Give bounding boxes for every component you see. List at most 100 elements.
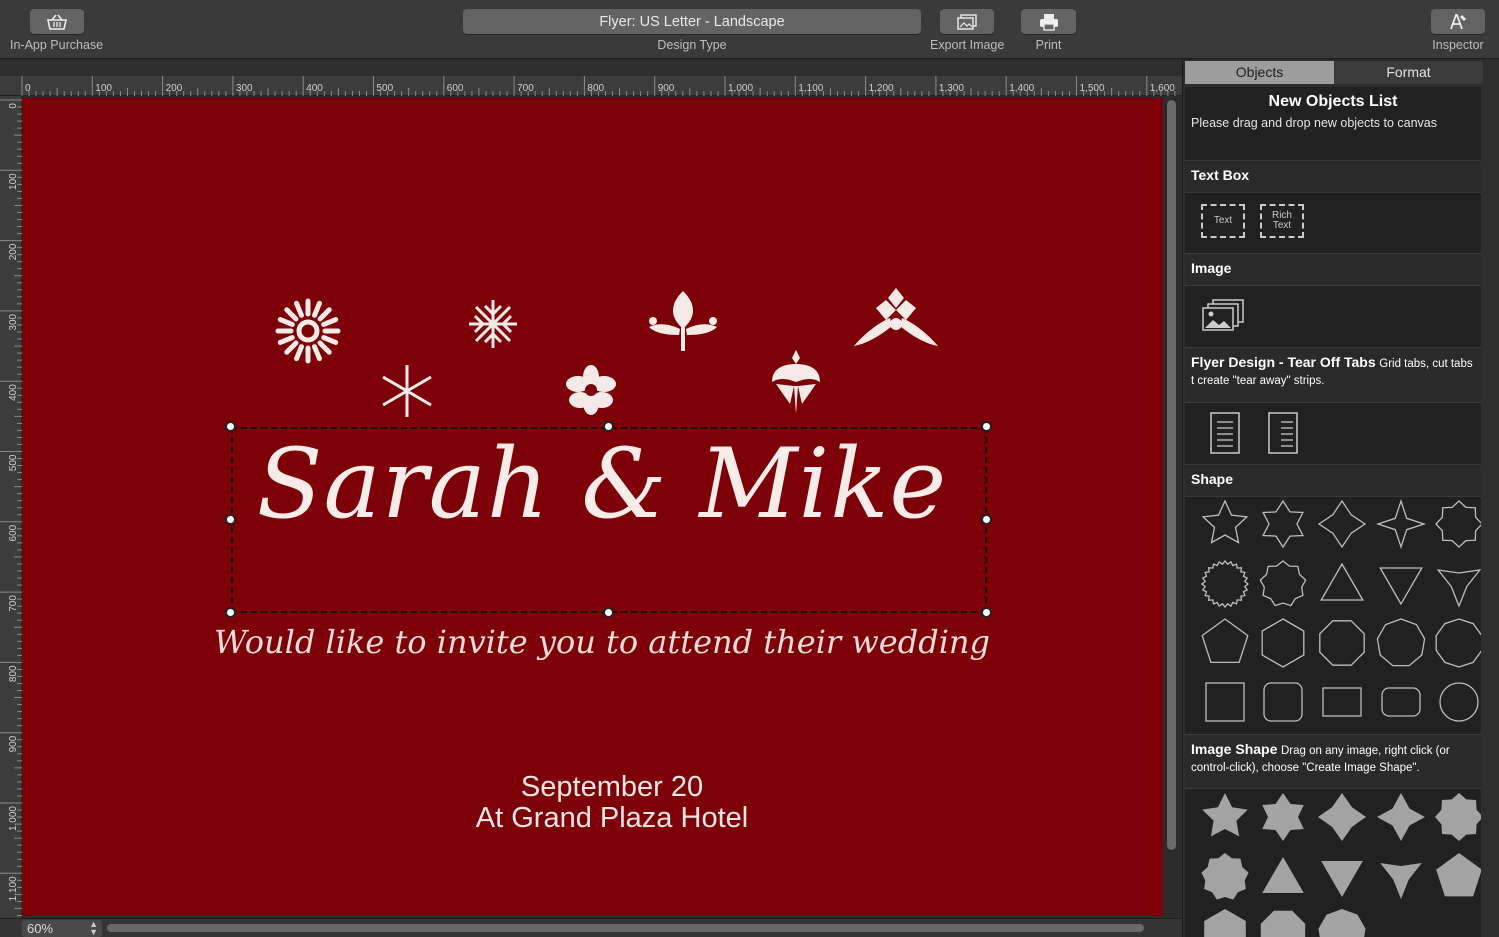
nonagon-shape[interactable] xyxy=(1376,618,1426,667)
ruler-label: 700 xyxy=(8,595,19,612)
zoom-value: 60% xyxy=(27,921,54,936)
drop-ornament[interactable] xyxy=(772,350,820,414)
flower-ornament[interactable] xyxy=(566,365,616,415)
hexagon-shape[interactable] xyxy=(1261,618,1305,668)
stepper-icon[interactable]: ▲ ▼ xyxy=(89,920,98,937)
image-pentagon-shape[interactable] xyxy=(1436,853,1481,897)
print-button[interactable] xyxy=(1021,9,1076,34)
triangle-down-shape[interactable] xyxy=(1379,567,1423,606)
fleur-ornament[interactable] xyxy=(649,291,717,351)
text-object[interactable]: Text xyxy=(1201,204,1245,238)
export-image-button[interactable] xyxy=(940,9,995,34)
in-app-purchase-label: In-App Purchase xyxy=(10,38,104,52)
vertical-scrollbar[interactable] xyxy=(1167,100,1176,850)
section-shape-title: Shape xyxy=(1191,471,1234,487)
inspector-toggle[interactable]: Inspector xyxy=(1431,9,1485,52)
image-star-8-shape[interactable] xyxy=(1435,793,1481,841)
image-star-5-shape[interactable] xyxy=(1202,793,1248,837)
export-image[interactable]: Export Image xyxy=(930,9,1004,52)
shape-grid[interactable] xyxy=(1185,499,1481,739)
resize-handle-bottom-center[interactable] xyxy=(603,607,614,618)
horizontal-scrollbar[interactable] xyxy=(107,924,1144,932)
tear-off-horizontal-icon[interactable] xyxy=(1265,412,1301,456)
image-hexagon-shape[interactable] xyxy=(1204,909,1246,937)
star-4-thin-shape[interactable] xyxy=(1375,499,1427,550)
flyer-page[interactable]: Sarah & Mike Would like to invite you to… xyxy=(22,98,1163,916)
tear-off-vertical-icon[interactable] xyxy=(1207,412,1243,456)
rectangle-shape[interactable] xyxy=(1322,687,1362,717)
star-5-shape[interactable] xyxy=(1201,499,1249,544)
decagon-shape[interactable] xyxy=(1435,618,1481,668)
star-6-shape[interactable] xyxy=(1262,499,1304,549)
resize-handle-middle-right[interactable] xyxy=(981,514,992,525)
print-label: Print xyxy=(1035,38,1062,52)
section-text-box: Text Box xyxy=(1185,160,1481,193)
event-details[interactable]: September 20 At Grand Plaza Hotel xyxy=(362,772,862,834)
tab-format[interactable]: Format xyxy=(1334,61,1483,84)
image-star-6-shape[interactable] xyxy=(1262,793,1304,841)
resize-handle-bottom-right[interactable] xyxy=(981,607,992,618)
resize-handle-top-left[interactable] xyxy=(225,421,236,432)
image-object-icon[interactable] xyxy=(1201,297,1247,333)
in-app-purchase[interactable]: In-App Purchase xyxy=(10,9,103,52)
print[interactable]: Print xyxy=(1021,9,1076,52)
ruler-label: 0 xyxy=(8,103,19,109)
inspector-button[interactable] xyxy=(1431,9,1485,34)
star-4-fat-shape[interactable] xyxy=(1317,499,1367,549)
ruler-label: 600 xyxy=(8,524,19,541)
section-tear-off-title: Flyer Design - Tear Off Tabs xyxy=(1191,354,1376,370)
resize-handle-top-center[interactable] xyxy=(603,421,614,432)
image-star-4-fat-shape[interactable] xyxy=(1318,793,1366,841)
inspector-tabs: Objects Format xyxy=(1185,61,1483,84)
rich-text-label-2: Text xyxy=(1272,220,1292,231)
basket-icon xyxy=(46,14,67,30)
toolbar: In-App Purchase Flyer: US Letter - Lands… xyxy=(0,0,1499,59)
ruler-label: 300 xyxy=(236,83,253,94)
ruler-label: 200 xyxy=(166,83,183,94)
design-canvas[interactable]: Sarah & Mike Would like to invite you to… xyxy=(22,96,1182,918)
ruler-label: 500 xyxy=(377,83,394,94)
image-triangle-curved-shape[interactable] xyxy=(1380,863,1422,899)
rounded-square-shape[interactable] xyxy=(1263,682,1303,722)
star-9-shape[interactable] xyxy=(1259,560,1307,607)
in-app-purchase-button[interactable] xyxy=(29,9,84,34)
rounded-rectangle-shape[interactable] xyxy=(1381,687,1421,717)
canvas-top-strip xyxy=(0,60,1182,76)
snowflake-ornament[interactable] xyxy=(469,300,517,348)
invitation-text[interactable]: Would like to invite you to attend their… xyxy=(172,623,1032,661)
triangle-curved-shape[interactable] xyxy=(1436,569,1481,608)
square-shape[interactable] xyxy=(1205,682,1245,722)
seal-shape[interactable] xyxy=(1200,559,1250,609)
ruler-label: 400 xyxy=(8,384,19,401)
image-shape-grid[interactable] xyxy=(1185,791,1481,937)
selection-box[interactable] xyxy=(231,427,987,613)
pentagon-shape[interactable] xyxy=(1201,618,1249,664)
horizontal-ruler-ticks: 0 100 200 300 400 500 600 700 800 900 1,000 1,100 1,… xyxy=(21,76,1176,96)
image-triangle-down-shape[interactable] xyxy=(1321,861,1363,897)
image-star-9-shape[interactable] xyxy=(1201,853,1249,900)
image-star-4-thin-shape[interactable] xyxy=(1377,793,1425,841)
tab-objects[interactable]: Objects xyxy=(1185,61,1334,84)
circle-shape[interactable] xyxy=(1439,682,1479,722)
ruler-label: 800 xyxy=(8,665,19,682)
triangle-shape[interactable] xyxy=(1320,562,1364,601)
design-type[interactable]: Flyer: US Letter - Landscape Design Type xyxy=(463,9,921,52)
event-date: September 20 xyxy=(520,771,704,803)
ruler-label: 200 xyxy=(8,243,19,260)
resize-handle-top-right[interactable] xyxy=(981,421,992,432)
resize-handle-middle-left[interactable] xyxy=(225,514,236,525)
image-octagon-shape[interactable] xyxy=(1260,910,1306,937)
resize-handle-bottom-left[interactable] xyxy=(225,607,236,618)
cross-flourish-ornament[interactable] xyxy=(854,288,938,346)
asterisk-ornament[interactable] xyxy=(382,365,432,417)
image-nonagon-shape[interactable] xyxy=(1318,909,1366,937)
objects-list: New Objects List Please drag and drop ne… xyxy=(1185,87,1481,937)
star-8-shape[interactable] xyxy=(1435,500,1481,548)
zoom-select[interactable]: 60% ▲ ▼ xyxy=(22,920,102,937)
sunburst-ornament[interactable] xyxy=(275,298,341,364)
design-type-button[interactable]: Flyer: US Letter - Landscape xyxy=(463,9,921,34)
image-triangle-shape[interactable] xyxy=(1262,857,1304,893)
octagon-shape[interactable] xyxy=(1319,620,1365,666)
ruler-label: 1,100 xyxy=(8,876,19,901)
rich-text-object[interactable]: Rich Text xyxy=(1260,204,1304,238)
